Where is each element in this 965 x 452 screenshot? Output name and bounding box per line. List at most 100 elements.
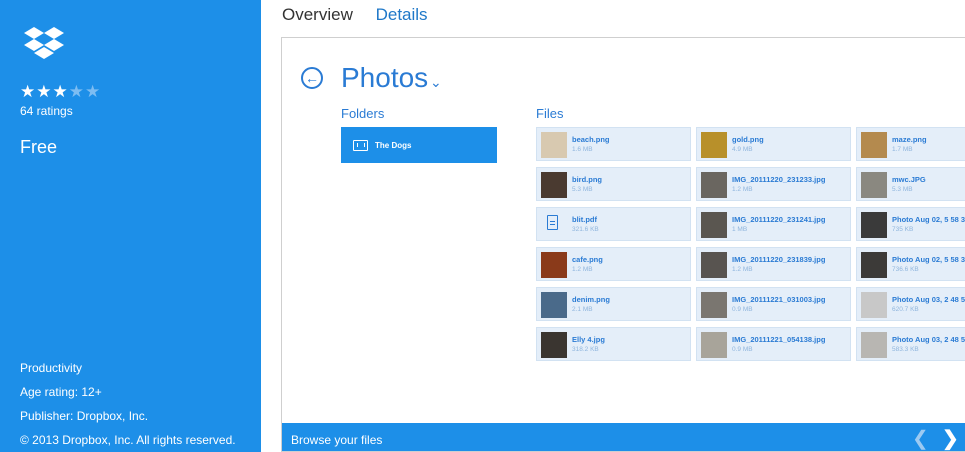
file-thumbnail (541, 292, 567, 318)
file-tile[interactable]: gold.png 4.9 MB (696, 127, 851, 161)
file-name: Photo Aug 02, 5 58 3 (892, 215, 965, 224)
file-thumbnail (541, 132, 567, 158)
star-filled-icon: ★ (52, 82, 69, 101)
chevron-left-icon[interactable]: ❮ (912, 426, 929, 451)
chevron-right-icon[interactable]: ❯ (942, 426, 959, 451)
file-tile[interactable]: mwc.JPG 5.3 MB (856, 167, 965, 201)
file-thumbnail (541, 172, 567, 198)
file-name: IMG_20111220_231839.jpg (732, 255, 826, 264)
age-rating-label: Age rating: 12+ (20, 385, 102, 399)
file-name: mwc.JPG (892, 175, 926, 184)
file-size: 2.1 MB (572, 306, 593, 313)
star-empty-icon: ★ (85, 82, 102, 101)
file-name: bird.png (572, 175, 602, 184)
ratings-count: 64 ratings (20, 104, 73, 118)
file-name: beach.png (572, 135, 610, 144)
file-tile[interactable]: beach.png 1.6 MB (536, 127, 691, 161)
file-size: 1.2 MB (732, 266, 753, 273)
file-name: IMG_20111221_031003.jpg (732, 295, 826, 304)
app-info-panel: ★★★★★ 64 ratings Free Productivity Age r… (0, 0, 261, 452)
file-tile[interactable]: cafe.png 1.2 MB (536, 247, 691, 281)
detail-tabs: Overview Details (282, 5, 446, 25)
publisher-label: Publisher: Dropbox, Inc. (20, 409, 149, 423)
file-tile[interactable]: blit.pdf 321.6 KB (536, 207, 691, 241)
file-tile[interactable]: IMG_20111220_231233.jpg 1.2 MB (696, 167, 851, 201)
app-details-page: ★★★★★ 64 ratings Free Productivity Age r… (0, 0, 965, 452)
file-thumbnail (861, 172, 887, 198)
bottom-app-bar: Browse your files ❮ ❯ (282, 423, 965, 451)
copyright-label: © 2013 Dropbox, Inc. All rights reserved… (20, 433, 236, 447)
file-name: IMG_20111220_231233.jpg (732, 175, 826, 184)
file-size: 1.2 MB (572, 266, 593, 273)
dropbox-logo-icon (24, 27, 64, 59)
file-tile[interactable]: IMG_20111220_231839.jpg 1.2 MB (696, 247, 851, 281)
folders-heading: Folders (341, 106, 385, 121)
file-name: cafe.png (572, 255, 603, 264)
file-thumbnail (701, 332, 727, 358)
file-size: 318.2 KB (572, 346, 599, 353)
file-name: Photo Aug 03, 2 48 5 (892, 295, 965, 304)
file-thumbnail (861, 332, 887, 358)
file-tile[interactable]: Photo Aug 03, 2 48 5 583.3 KB (856, 327, 965, 361)
file-size: 1.6 MB (572, 146, 593, 153)
tab-details[interactable]: Details (376, 5, 428, 25)
screenshot-preview: ← Photos ⌄ Folders Files The Dogs beach.… (281, 37, 965, 452)
file-size: 5.3 MB (572, 186, 593, 193)
file-size: 4.9 MB (732, 146, 753, 153)
file-thumbnail (861, 212, 887, 238)
star-filled-icon: ★ (36, 82, 53, 101)
file-size: 5.3 MB (892, 186, 913, 193)
file-size: 0.9 MB (732, 306, 753, 313)
file-tile[interactable]: IMG_20111220_231241.jpg 1 MB (696, 207, 851, 241)
file-tile[interactable]: maze.png 1.7 MB (856, 127, 965, 161)
category-label: Productivity (20, 361, 83, 375)
file-tile[interactable]: Photo Aug 02, 5 58 3 736.6 KB (856, 247, 965, 281)
file-tile[interactable]: denim.png 2.1 MB (536, 287, 691, 321)
file-name: maze.png (892, 135, 927, 144)
file-size: 583.3 KB (892, 346, 919, 353)
file-name: denim.png (572, 295, 610, 304)
star-empty-icon: ★ (68, 82, 85, 101)
file-size: 620.7 KB (892, 306, 919, 313)
file-size: 1.7 MB (892, 146, 913, 153)
file-size: 321.6 KB (572, 226, 599, 233)
file-thumbnail (701, 172, 727, 198)
file-thumbnail (861, 132, 887, 158)
folder-label: The Dogs (375, 141, 412, 150)
file-thumbnail (701, 252, 727, 278)
bottom-bar-label: Browse your files (291, 433, 383, 447)
file-name: gold.png (732, 135, 764, 144)
file-tile[interactable]: Elly 4.jpg 318.2 KB (536, 327, 691, 361)
file-name: Photo Aug 03, 2 48 5 (892, 335, 965, 344)
file-name: blit.pdf (572, 215, 597, 224)
file-tile[interactable]: bird.png 5.3 MB (536, 167, 691, 201)
file-size: 735 KB (892, 226, 914, 233)
file-size: 0.9 MB (732, 346, 753, 353)
chevron-down-icon[interactable]: ⌄ (430, 74, 442, 91)
file-thumbnail (861, 292, 887, 318)
file-size: 736.6 KB (892, 266, 919, 273)
file-tile[interactable]: Photo Aug 02, 5 58 3 735 KB (856, 207, 965, 241)
file-thumbnail (701, 212, 727, 238)
rating-stars: ★★★★★ (20, 83, 101, 100)
file-name: Elly 4.jpg (572, 335, 605, 344)
page-title: Photos (341, 62, 429, 93)
file-thumbnail (541, 252, 567, 278)
file-thumbnail (701, 132, 727, 158)
file-size: 1 MB (732, 226, 748, 233)
tab-overview[interactable]: Overview (282, 5, 353, 25)
star-filled-icon: ★ (20, 82, 37, 101)
file-name: IMG_20111221_054138.jpg (732, 335, 826, 344)
file-thumbnail (861, 252, 887, 278)
file-thumbnail (541, 332, 567, 358)
folder-tile[interactable]: The Dogs (341, 127, 497, 163)
file-thumbnail (701, 292, 727, 318)
price-label: Free (20, 137, 58, 157)
file-tile[interactable]: IMG_20111221_054138.jpg 0.9 MB (696, 327, 851, 361)
back-arrow-icon[interactable]: ← (301, 67, 323, 89)
files-heading: Files (536, 106, 564, 121)
file-size: 1.2 MB (732, 186, 753, 193)
file-tile[interactable]: Photo Aug 03, 2 48 5 620.7 KB (856, 287, 965, 321)
document-icon (547, 215, 558, 230)
file-tile[interactable]: IMG_20111221_031003.jpg 0.9 MB (696, 287, 851, 321)
